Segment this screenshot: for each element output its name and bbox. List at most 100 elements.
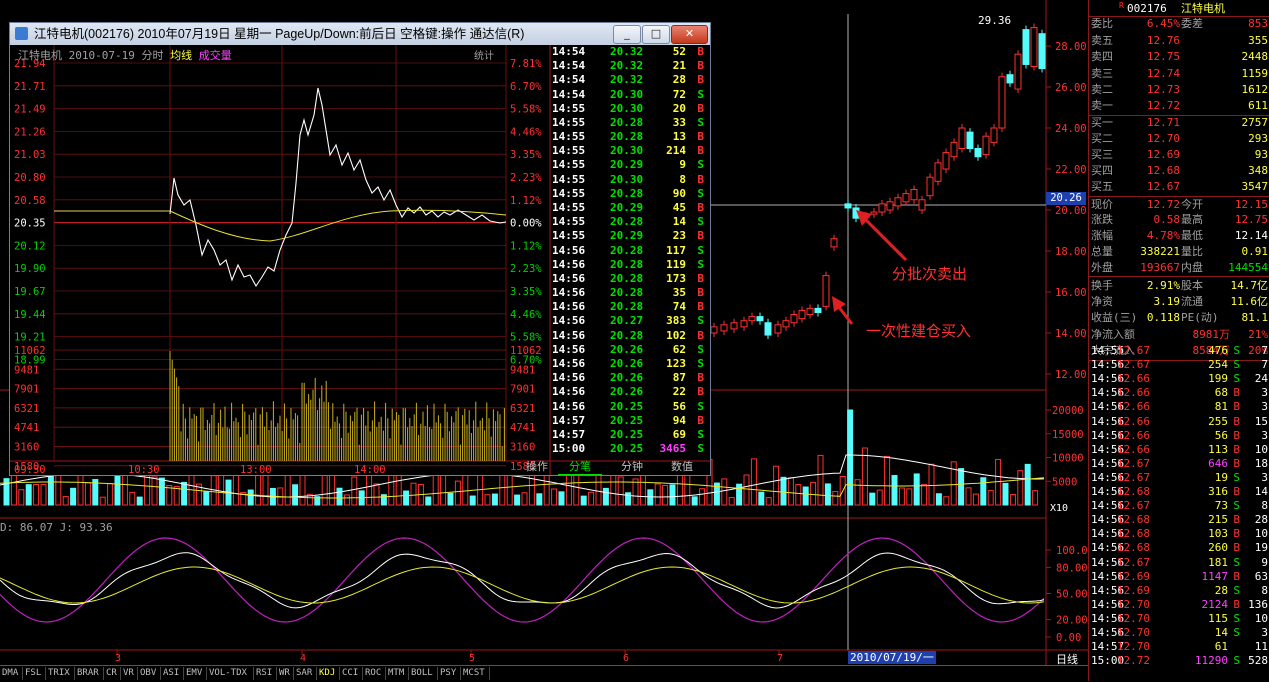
intraday-chart-header: 江特电机 2010-07-19 分时 均线 成交量 bbox=[18, 47, 232, 63]
indicator-tab-kdj[interactable]: KDJ bbox=[317, 667, 340, 680]
vol-bar bbox=[654, 483, 661, 506]
candle bbox=[830, 238, 838, 248]
mini-vol-label: 3160 bbox=[14, 442, 39, 454]
vol-bar bbox=[491, 493, 498, 506]
popup-tab-2[interactable]: 分钟 bbox=[610, 460, 654, 474]
tick-side: B bbox=[697, 300, 704, 314]
tick-side: B bbox=[697, 45, 704, 58]
indicator-tab-dma[interactable]: DMA bbox=[0, 667, 23, 680]
tick-price: 20.28 bbox=[610, 115, 644, 129]
minimize-button[interactable]: _ bbox=[613, 25, 641, 44]
intraday-popup-window[interactable]: 江特电机(002176) 2010年07月19日 星期一 PageUp/Down… bbox=[9, 22, 711, 476]
mini-vol-label-right: 4741 bbox=[510, 422, 535, 434]
quote-value-2: 144554 bbox=[1228, 261, 1268, 274]
candle bbox=[1030, 27, 1038, 67]
indicator-tab-cci[interactable]: CCI bbox=[340, 667, 363, 680]
tick-time: 15:00 bbox=[552, 442, 586, 456]
avg-label: 均线 bbox=[170, 49, 193, 62]
indicator-tab-vol-tdx[interactable]: VOL-TDX bbox=[207, 667, 254, 680]
quote-value-2: 12.14 bbox=[1234, 229, 1268, 242]
quote-row: 买一 12.71 2757 bbox=[1089, 115, 1269, 131]
popup-tab-0[interactable]: 操作 bbox=[515, 460, 559, 474]
quote-value: 12.69 bbox=[1146, 148, 1180, 161]
indicator-tab-emv[interactable]: EMV bbox=[184, 667, 207, 680]
quote-value: 12.72 bbox=[1146, 198, 1180, 211]
stats-button[interactable]: 统计 bbox=[474, 47, 494, 62]
vol-bar bbox=[810, 481, 817, 506]
indicator-tab-mtm[interactable]: MTM bbox=[386, 667, 409, 680]
mini-price-label: 21.03 bbox=[14, 149, 46, 161]
tick-price: 20.30 bbox=[610, 172, 644, 186]
vol-bar bbox=[447, 492, 454, 506]
indicator-tab-sar[interactable]: SAR bbox=[294, 667, 317, 680]
candle bbox=[894, 197, 902, 207]
popup-tab-3[interactable]: 数值 bbox=[660, 460, 704, 474]
quote-value: 3.19 bbox=[1153, 295, 1181, 308]
indicator-tab-vr[interactable]: VR bbox=[121, 667, 138, 680]
tick-volume: 28 bbox=[672, 73, 686, 87]
trade-row: 14:56 12.69 1147 B 63 bbox=[1089, 570, 1269, 584]
tick-side: S bbox=[697, 427, 704, 441]
kdj-axis-label: 20.00 bbox=[1056, 615, 1088, 627]
trade-volume: 73 bbox=[1214, 499, 1228, 513]
tick-volume: 45 bbox=[672, 200, 686, 214]
tick-time: 14:57 bbox=[552, 427, 586, 441]
candle bbox=[950, 141, 958, 158]
mini-pct-label: 0.00% bbox=[510, 218, 542, 230]
trade-price: 12.66 bbox=[1116, 442, 1150, 456]
quote-label: 涨跌 bbox=[1091, 213, 1113, 226]
popup-tab-1[interactable]: 分笔 bbox=[558, 460, 602, 475]
close-button[interactable]: ✕ bbox=[671, 25, 708, 44]
tick-row: 14:54 20.30 72 S bbox=[550, 88, 708, 102]
tick-volume: 3465 bbox=[659, 442, 687, 456]
tick-row: 14:55 20.30 8 B bbox=[550, 173, 708, 187]
indicator-tab-wr[interactable]: WR bbox=[277, 667, 294, 680]
candle bbox=[806, 307, 814, 316]
tick-volume: 74 bbox=[672, 300, 686, 314]
tick-side: S bbox=[697, 442, 704, 456]
popup-titlebar[interactable]: 江特电机(002176) 2010年07月19日 星期一 PageUp/Down… bbox=[10, 23, 710, 45]
trade-count: 14 bbox=[1254, 485, 1268, 498]
indicator-tab-mcst[interactable]: MCST bbox=[461, 667, 490, 680]
quote-value-2: 21% bbox=[1248, 328, 1268, 341]
indicator-tab-roc[interactable]: ROC bbox=[363, 667, 386, 680]
quote-row: 买三 12.69 93 bbox=[1089, 147, 1269, 163]
tick-row: 14:55 20.29 45 B bbox=[550, 201, 708, 215]
indicator-tab-trix[interactable]: TRIX bbox=[46, 667, 75, 680]
vol-bar bbox=[935, 493, 942, 506]
mini-pct-label: 3.35% bbox=[510, 149, 542, 161]
indicator-tab-obv[interactable]: OBV bbox=[138, 667, 161, 680]
quote-separator bbox=[1089, 115, 1269, 116]
restore-button[interactable]: □ bbox=[642, 25, 670, 44]
tick-side: S bbox=[697, 215, 704, 229]
vol-bar bbox=[1009, 494, 1016, 506]
indicator-tab-rsi[interactable]: RSI bbox=[254, 667, 277, 680]
vol-bar bbox=[743, 474, 750, 506]
vol-bar bbox=[158, 477, 165, 506]
quote-label-2: 股本 bbox=[1181, 279, 1203, 292]
chart-label: 江特电机 2010-07-19 分时 bbox=[18, 49, 164, 62]
quote-row: 涨幅 4.78% 最低 12.14 bbox=[1089, 228, 1269, 244]
mini-pct-label: 1.12% bbox=[510, 195, 542, 207]
vol-bar bbox=[292, 484, 299, 506]
vol-bar bbox=[521, 492, 528, 506]
candle bbox=[934, 162, 942, 182]
stock-name: 江特电机 bbox=[1181, 2, 1225, 15]
indicator-tab-brar[interactable]: BRAR bbox=[75, 667, 104, 680]
candle bbox=[720, 324, 728, 332]
kdj-axis-label: 0.00 bbox=[1056, 632, 1081, 644]
trade-row: 14:56 12.70 115 S 10 bbox=[1089, 612, 1269, 626]
tick-price: 20.29 bbox=[610, 200, 644, 214]
vol-bar bbox=[773, 465, 780, 506]
indicator-tab-boll[interactable]: BOLL bbox=[409, 667, 438, 680]
vol-bar bbox=[817, 454, 824, 506]
indicator-tab-asi[interactable]: ASI bbox=[161, 667, 184, 680]
indicator-tab-cr[interactable]: CR bbox=[104, 667, 121, 680]
kdj-axis-label: 80.00 bbox=[1056, 562, 1088, 574]
mini-pct-label: 5.58% bbox=[510, 332, 542, 344]
indicator-tab-psy[interactable]: PSY bbox=[438, 667, 461, 680]
quote-value: 2.91% bbox=[1146, 279, 1180, 292]
vol-bar bbox=[1017, 470, 1024, 506]
vol-bar bbox=[129, 491, 136, 506]
indicator-tab-fsl[interactable]: FSL bbox=[23, 667, 46, 680]
